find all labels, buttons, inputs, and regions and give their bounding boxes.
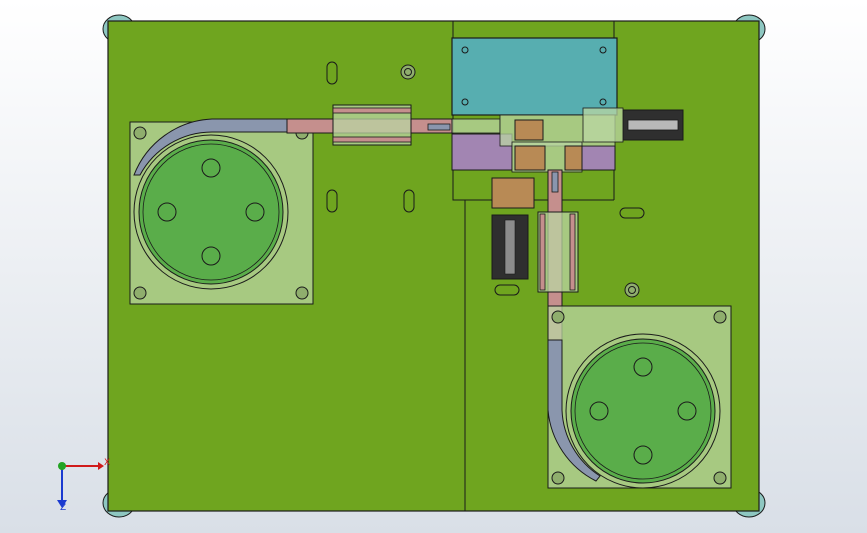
right-reel-module[interactable] [547,305,732,489]
brown-block [514,145,546,171]
purple-plate [581,145,616,171]
left-reel-module[interactable] [129,118,314,305]
brown-clamp [514,119,544,141]
left-reel-disc[interactable] [138,139,284,285]
cyan-block[interactable] [451,37,618,116]
bolt [400,64,416,80]
mount-bolt [133,286,147,300]
brown-block [564,145,583,171]
mount-bolt [713,471,727,485]
vertical-guide-rail [539,213,546,291]
z-axis-label: Z [60,503,67,513]
right-reel-disc[interactable] [570,338,716,484]
feed-guide-rail [332,107,412,114]
y-axis-dot [58,462,66,470]
vertical-spring [551,171,559,193]
x-axis-label: X [104,458,111,468]
feed-spring [451,118,501,134]
right-actuator-bracket [582,107,624,143]
feed-spring [427,123,451,131]
mount-bolt [295,286,309,300]
mount-bolt [551,310,565,324]
feed-guide-rail [332,136,412,143]
mount-bolt [551,471,565,485]
actuator-rod [627,119,679,131]
orientation-triad[interactable]: X Z [44,452,114,518]
mount-bolt [133,126,147,140]
cylinder-slot [504,219,516,275]
brown-block [491,177,535,209]
model-view[interactable] [0,0,867,533]
cad-viewport[interactable]: X Z [0,0,867,533]
vertical-guide-rail [569,213,576,291]
bolt [624,282,640,298]
mount-bolt [713,310,727,324]
